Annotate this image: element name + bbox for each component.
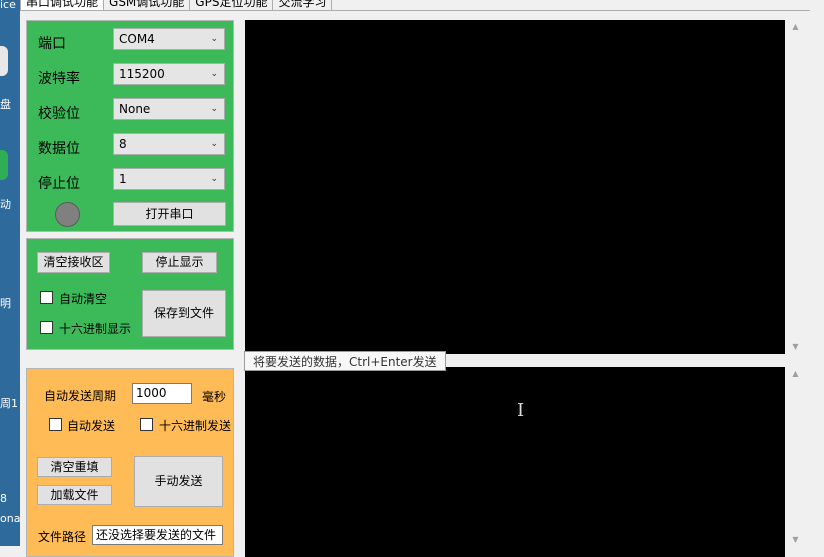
chevron-down-icon: ⌄ xyxy=(210,174,218,184)
period-input[interactable]: 1000 xyxy=(132,383,192,404)
chevron-down-icon: ⌄ xyxy=(210,69,218,79)
stopbits-label: 停止位 xyxy=(38,176,80,192)
scroll-up-icon[interactable]: ▲ xyxy=(787,20,804,34)
baud-label: 波特率 xyxy=(38,71,80,87)
scroll-up-icon[interactable]: ▲ xyxy=(787,367,804,381)
desktop-label: 周1 xyxy=(0,397,18,410)
tab-exchange-learning[interactable]: 交流学习 xyxy=(272,0,333,10)
baud-value: 115200 xyxy=(119,67,165,81)
port-select[interactable]: COM4 ⌄ xyxy=(113,28,225,50)
receive-scrollbar[interactable]: ▲ ▼ xyxy=(787,20,804,354)
clear-refill-button[interactable]: 清空重填 xyxy=(37,457,112,477)
databits-value: 8 xyxy=(119,137,127,151)
databits-label: 数据位 xyxy=(38,141,80,157)
tab-serial-debug[interactable]: 串口调试功能 xyxy=(20,0,105,10)
parity-select[interactable]: None ⌄ xyxy=(113,98,225,120)
auto-clear-label: 自动清空 xyxy=(59,292,108,306)
auto-send-label: 自动发送 xyxy=(67,419,116,433)
text-cursor-icon: I xyxy=(517,400,525,421)
hex-display-checkbox[interactable] xyxy=(40,321,53,334)
desktop-label: ona xyxy=(0,512,20,525)
stop-display-button[interactable]: 停止显示 xyxy=(142,252,217,273)
connection-status-indicator xyxy=(55,202,80,227)
port-value: COM4 xyxy=(119,32,155,46)
chevron-down-icon: ⌄ xyxy=(210,34,218,44)
databits-select[interactable]: 8 ⌄ xyxy=(113,133,225,155)
desktop-label: 8 xyxy=(0,492,7,505)
send-scrollbar[interactable]: ▲ ▼ xyxy=(787,367,804,547)
chevron-down-icon: ⌄ xyxy=(210,104,218,114)
tab-gsm-debug[interactable]: GSM调试功能 xyxy=(103,0,191,10)
chevron-down-icon: ⌄ xyxy=(210,139,218,149)
desktop-strip: ice 盘 动 明 周1 8 ona xyxy=(0,0,20,546)
serial-settings-panel: 端口 COM4 ⌄ 波特率 115200 ⌄ 校验位 None ⌄ 数据位 8 … xyxy=(26,20,234,232)
desktop-label: 盘 xyxy=(0,98,11,111)
parity-value: None xyxy=(119,102,151,116)
clear-receive-button[interactable]: 清空接收区 xyxy=(37,252,110,273)
receive-textarea[interactable] xyxy=(245,20,785,354)
stopbits-value: 1 xyxy=(119,172,127,186)
tab-bar: 串口调试功能 GSM调试功能 GPS定位功能 交流学习 xyxy=(20,0,333,10)
port-label: 端口 xyxy=(38,36,66,52)
tab-gps-location[interactable]: GPS定位功能 xyxy=(189,0,274,10)
desktop-app-icon[interactable] xyxy=(0,46,8,76)
tab-content: 端口 COM4 ⌄ 波特率 115200 ⌄ 校验位 None ⌄ 数据位 8 … xyxy=(20,10,810,557)
hex-send-label: 十六进制发送 xyxy=(159,419,232,433)
desktop-label: 动 xyxy=(0,198,11,211)
period-unit: 毫秒 xyxy=(202,390,227,404)
open-port-button[interactable]: 打开串口 xyxy=(113,202,226,226)
send-options-panel: 自动发送周期 1000 毫秒 自动发送 十六进制发送 清空重填 加载文件 手动发… xyxy=(26,368,234,557)
serial-tool-window: 端口 COM4 ⌄ 波特率 115200 ⌄ 校验位 None ⌄ 数据位 8 … xyxy=(20,0,812,557)
period-label: 自动发送周期 xyxy=(44,389,117,403)
file-path-input[interactable]: 还没选择要发送的文件 xyxy=(92,525,223,545)
send-tooltip: 将要发送的数据，Ctrl+Enter发送 xyxy=(244,351,446,371)
desktop-app-icon[interactable] xyxy=(0,150,8,180)
stopbits-select[interactable]: 1 ⌄ xyxy=(113,168,225,190)
desktop-label: ice xyxy=(0,0,16,11)
baud-select[interactable]: 115200 ⌄ xyxy=(113,63,225,85)
scroll-down-icon[interactable]: ▼ xyxy=(787,533,804,547)
send-textarea[interactable] xyxy=(245,367,785,557)
scroll-down-icon[interactable]: ▼ xyxy=(787,340,804,354)
desktop-label: 明 xyxy=(0,297,11,310)
load-file-button[interactable]: 加载文件 xyxy=(37,485,112,505)
parity-label: 校验位 xyxy=(38,106,80,122)
hex-display-label: 十六进制显示 xyxy=(59,322,132,336)
hex-send-checkbox[interactable] xyxy=(140,418,153,431)
save-to-file-button[interactable]: 保存到文件 xyxy=(142,290,226,337)
auto-clear-checkbox[interactable] xyxy=(40,291,53,304)
auto-send-checkbox[interactable] xyxy=(49,418,62,431)
file-path-label: 文件路径 xyxy=(38,530,87,544)
manual-send-button[interactable]: 手动发送 xyxy=(134,456,223,507)
receive-options-panel: 清空接收区 停止显示 自动清空 十六进制显示 保存到文件 xyxy=(26,238,234,350)
